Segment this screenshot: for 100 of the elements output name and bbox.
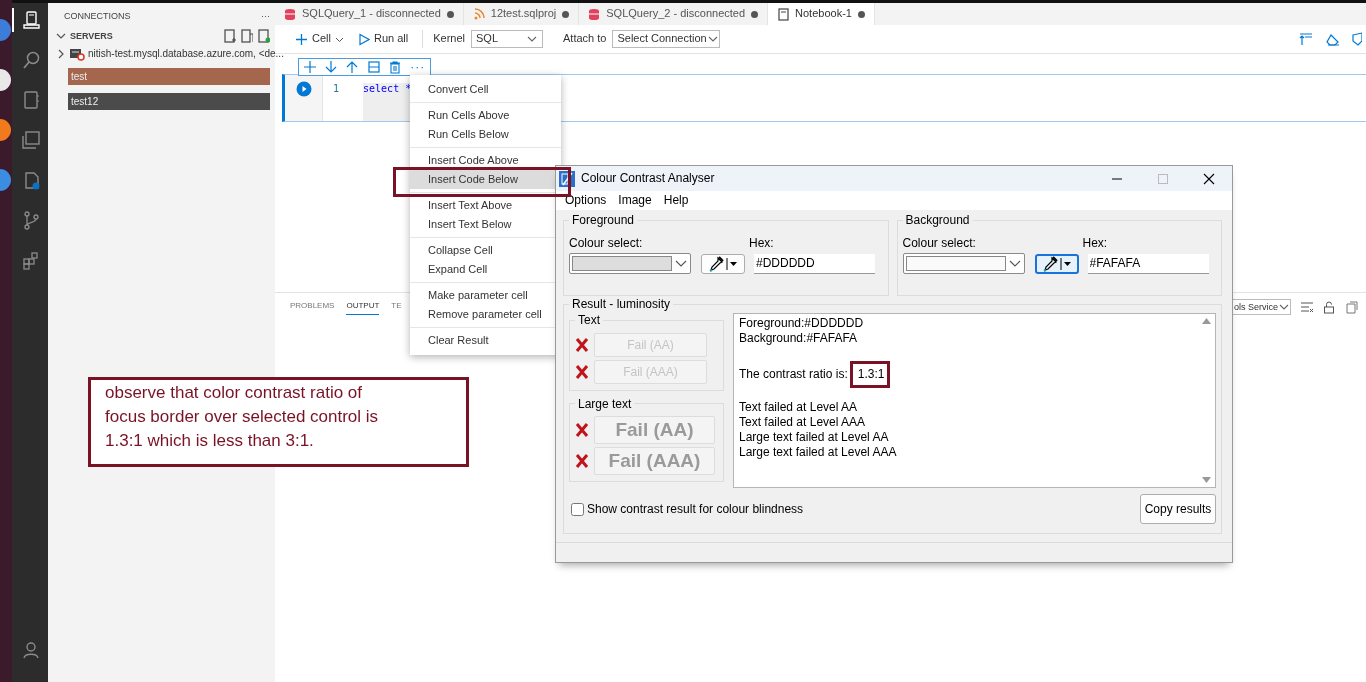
eraser-icon[interactable] [1326,32,1340,46]
arrow-up-icon[interactable] [346,61,359,73]
eyedropper-button[interactable] [1034,253,1079,274]
unsaved-dot-icon [562,10,570,18]
ratio-value: 1.3:1 [849,361,891,389]
extensions-icon[interactable] [21,250,41,270]
arrow-down-icon[interactable] [325,61,337,73]
unsaved-dot-icon [751,10,759,18]
app-icon[interactable] [0,118,12,142]
tab-label: 12test.sqlproj [490,7,557,21]
result-button: Fail (AA) [594,416,715,445]
chevron-right-icon[interactable] [56,49,66,59]
new-group-icon[interactable] [241,29,253,43]
add-cell-button[interactable]: Cell [291,32,348,46]
field-label: Hex: [749,236,774,252]
hex-field[interactable]: #FAFAFA [1087,253,1209,274]
unsaved-dot-icon [857,10,865,18]
result-text: Text failed at Level AA [739,400,859,416]
database-item[interactable]: test12 [68,93,270,110]
checkbox-label: Show contrast result for colour blindness [587,502,804,517]
kernel-dropdown[interactable]: SQL [471,30,543,48]
dropdown-arrow-icon [1059,256,1072,271]
close-icon [1203,172,1215,185]
menu-item[interactable]: Insert Code Above [410,151,561,170]
menu-item[interactable]: Run Cells Above [410,106,561,125]
open-log-icon[interactable] [1344,300,1358,314]
notebook-icon [777,7,790,21]
group-title: Background [904,213,971,228]
editor-tab[interactable]: Notebook-1 [768,3,875,25]
section-title: SERVERS [70,30,113,42]
kernel-label: Kernel [433,32,465,46]
attach-to-label: Attach to [563,32,607,46]
result-text: Foreground:#DDDDDD [739,316,865,332]
menu-bar-item[interactable]: Options [559,193,613,208]
run-cell-icon[interactable] [295,81,312,97]
group-title: Text [577,313,601,328]
server-name[interactable]: nitish-test.mysql.database.azure.com, <de... [88,48,284,60]
app-icon[interactable] [0,68,12,92]
lock-icon[interactable] [1323,300,1335,314]
eyedropper-icon [1041,255,1058,272]
group-title: Large text [577,396,633,412]
branch-icon[interactable] [21,210,41,230]
menu-bar-item[interactable]: Help [657,193,695,208]
cross-icon [575,336,589,353]
scroll-up-icon[interactable] [1202,318,1211,325]
colour-dropdown[interactable] [902,253,1025,275]
split-cell-icon[interactable] [367,61,380,73]
new-connection-icon[interactable] [224,29,236,43]
run-all-button[interactable]: Run all [353,32,413,46]
line-number: 1 [333,83,340,96]
menu-item[interactable]: Run Cells Below [410,125,561,144]
editor-tab[interactable]: 12test.sqlproj [463,3,580,25]
play-icon [357,32,370,46]
tab-label: SQLQuery_1 - disconnected [302,7,441,21]
panel-tab[interactable]: TE [391,301,402,315]
more-actions-button[interactable]: ··· [261,10,270,22]
active-connections-icon[interactable] [258,29,270,43]
menu-item[interactable]: Convert Cell [410,80,561,99]
result-text: The contrast ratio is: [739,367,848,383]
more-actions-button[interactable]: ··· [410,59,426,75]
annotation-note: observe that color contrast ratio of focus border over selected control is 1.3:1 which is less than 3:1. [88,377,469,467]
database-item[interactable]: test [68,68,270,85]
search-icon[interactable] [21,50,41,70]
collapse-icon[interactable] [1298,32,1314,46]
panel-tab[interactable]: PROBLEMS [290,301,335,315]
field-label: Colour select: [569,236,644,252]
server-icon[interactable] [21,10,41,30]
plus-icon[interactable] [303,61,316,73]
copy-results-button[interactable]: Copy results [1140,494,1216,525]
delete-icon[interactable] [388,60,401,74]
result-button: Fail (AAA) [594,447,715,476]
account-icon[interactable] [21,640,41,660]
group-title: Foreground [571,213,636,228]
menu-bar-item[interactable]: Image [612,193,658,208]
checkbox[interactable] [571,502,584,516]
chevron-down-icon[interactable] [56,31,66,41]
eyedropper-button[interactable] [701,253,745,274]
plus-icon [295,32,308,46]
database-icon [588,7,601,21]
sidebar-title: CONNECTIONS [64,10,131,22]
colour-dropdown[interactable] [569,253,691,275]
windows-icon[interactable] [21,130,41,150]
connection-dropdown[interactable]: Select Connection [612,30,721,48]
shield-icon[interactable] [1352,32,1362,46]
notebook-icon[interactable] [21,90,41,110]
clear-output-icon[interactable] [1300,301,1314,313]
tab-label: SQLQuery_2 - disconnected [606,7,746,21]
scroll-down-icon[interactable] [1202,477,1211,484]
maximize-icon [1158,173,1168,184]
eyedropper-icon [708,255,724,272]
panel-tab[interactable]: OUTPUT [346,301,380,315]
editor-tab[interactable]: SQLQuery_1 - disconnected [275,3,464,25]
results-textbox[interactable]: Foreground:#DDDDDD Background:#FAFAFA The contrast ratio is: 1.3:1 Text failed at Level AA Text failed at Level AAA Large text failed at Level AA Large text failed at Level AAA [733,313,1216,489]
result-text: Background:#FAFAFA [739,331,859,347]
result-text: Large text failed at Level AA [739,430,890,446]
code-text[interactable]: select * [363,83,412,121]
tab-label: Notebook-1 [795,7,852,21]
feed-icon [472,7,485,21]
cross-icon [575,453,589,470]
hex-field[interactable]: #DDDDDD [754,253,875,274]
